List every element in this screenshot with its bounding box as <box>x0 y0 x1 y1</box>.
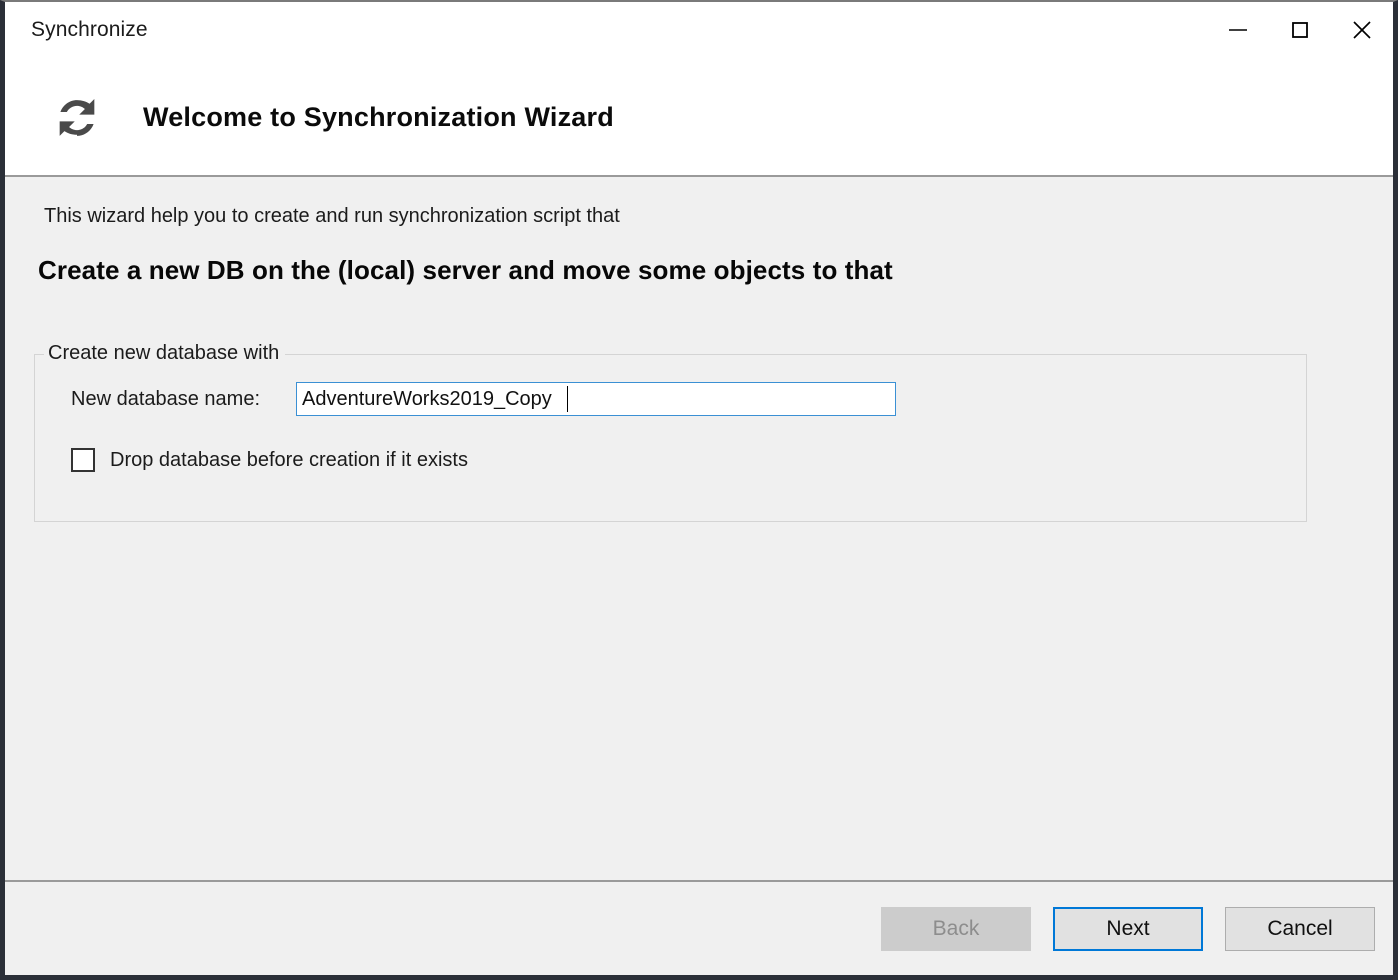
text-caret <box>567 386 568 412</box>
database-name-input[interactable] <box>296 382 896 416</box>
synchronize-wizard-window: Synchronize Welcome to Synchronization W… <box>0 0 1398 980</box>
database-name-label: New database name: <box>71 388 261 410</box>
window-title: Synchronize <box>31 18 148 41</box>
next-button[interactable]: Next <box>1053 906 1203 951</box>
close-icon <box>1349 17 1375 43</box>
drop-database-checkbox-row[interactable]: Drop database before creation if it exis… <box>71 448 468 472</box>
minimize-button[interactable] <box>1207 2 1269 58</box>
back-button[interactable]: Back <box>881 906 1031 951</box>
groupbox-content: New database name: Drop database before … <box>34 354 1307 522</box>
wizard-body: This wizard help you to create and run s… <box>5 177 1393 880</box>
drop-database-checkbox-label: Drop database before creation if it exis… <box>110 448 468 471</box>
close-button[interactable] <box>1331 2 1393 58</box>
headline-text: Create a new DB on the (local) server an… <box>38 255 893 285</box>
create-database-groupbox: Create new database with New database na… <box>34 342 1307 522</box>
minimize-icon <box>1226 18 1250 42</box>
maximize-icon <box>1288 18 1312 42</box>
groupbox-legend: Create new database with <box>44 342 286 365</box>
wizard-header-title: Welcome to Synchronization Wizard <box>143 102 614 132</box>
drop-database-checkbox[interactable] <box>71 448 95 472</box>
cancel-button[interactable]: Cancel <box>1225 906 1375 951</box>
maximize-button[interactable] <box>1269 2 1331 58</box>
database-name-row: New database name: <box>34 382 1307 418</box>
title-bar: Synchronize <box>5 2 1393 60</box>
sync-refresh-icon <box>51 92 103 144</box>
window-controls <box>1207 2 1393 58</box>
wizard-header: Welcome to Synchronization Wizard <box>5 60 1393 177</box>
wizard-footer: Back Next Cancel <box>5 880 1393 975</box>
intro-text: This wizard help you to create and run s… <box>44 205 620 227</box>
